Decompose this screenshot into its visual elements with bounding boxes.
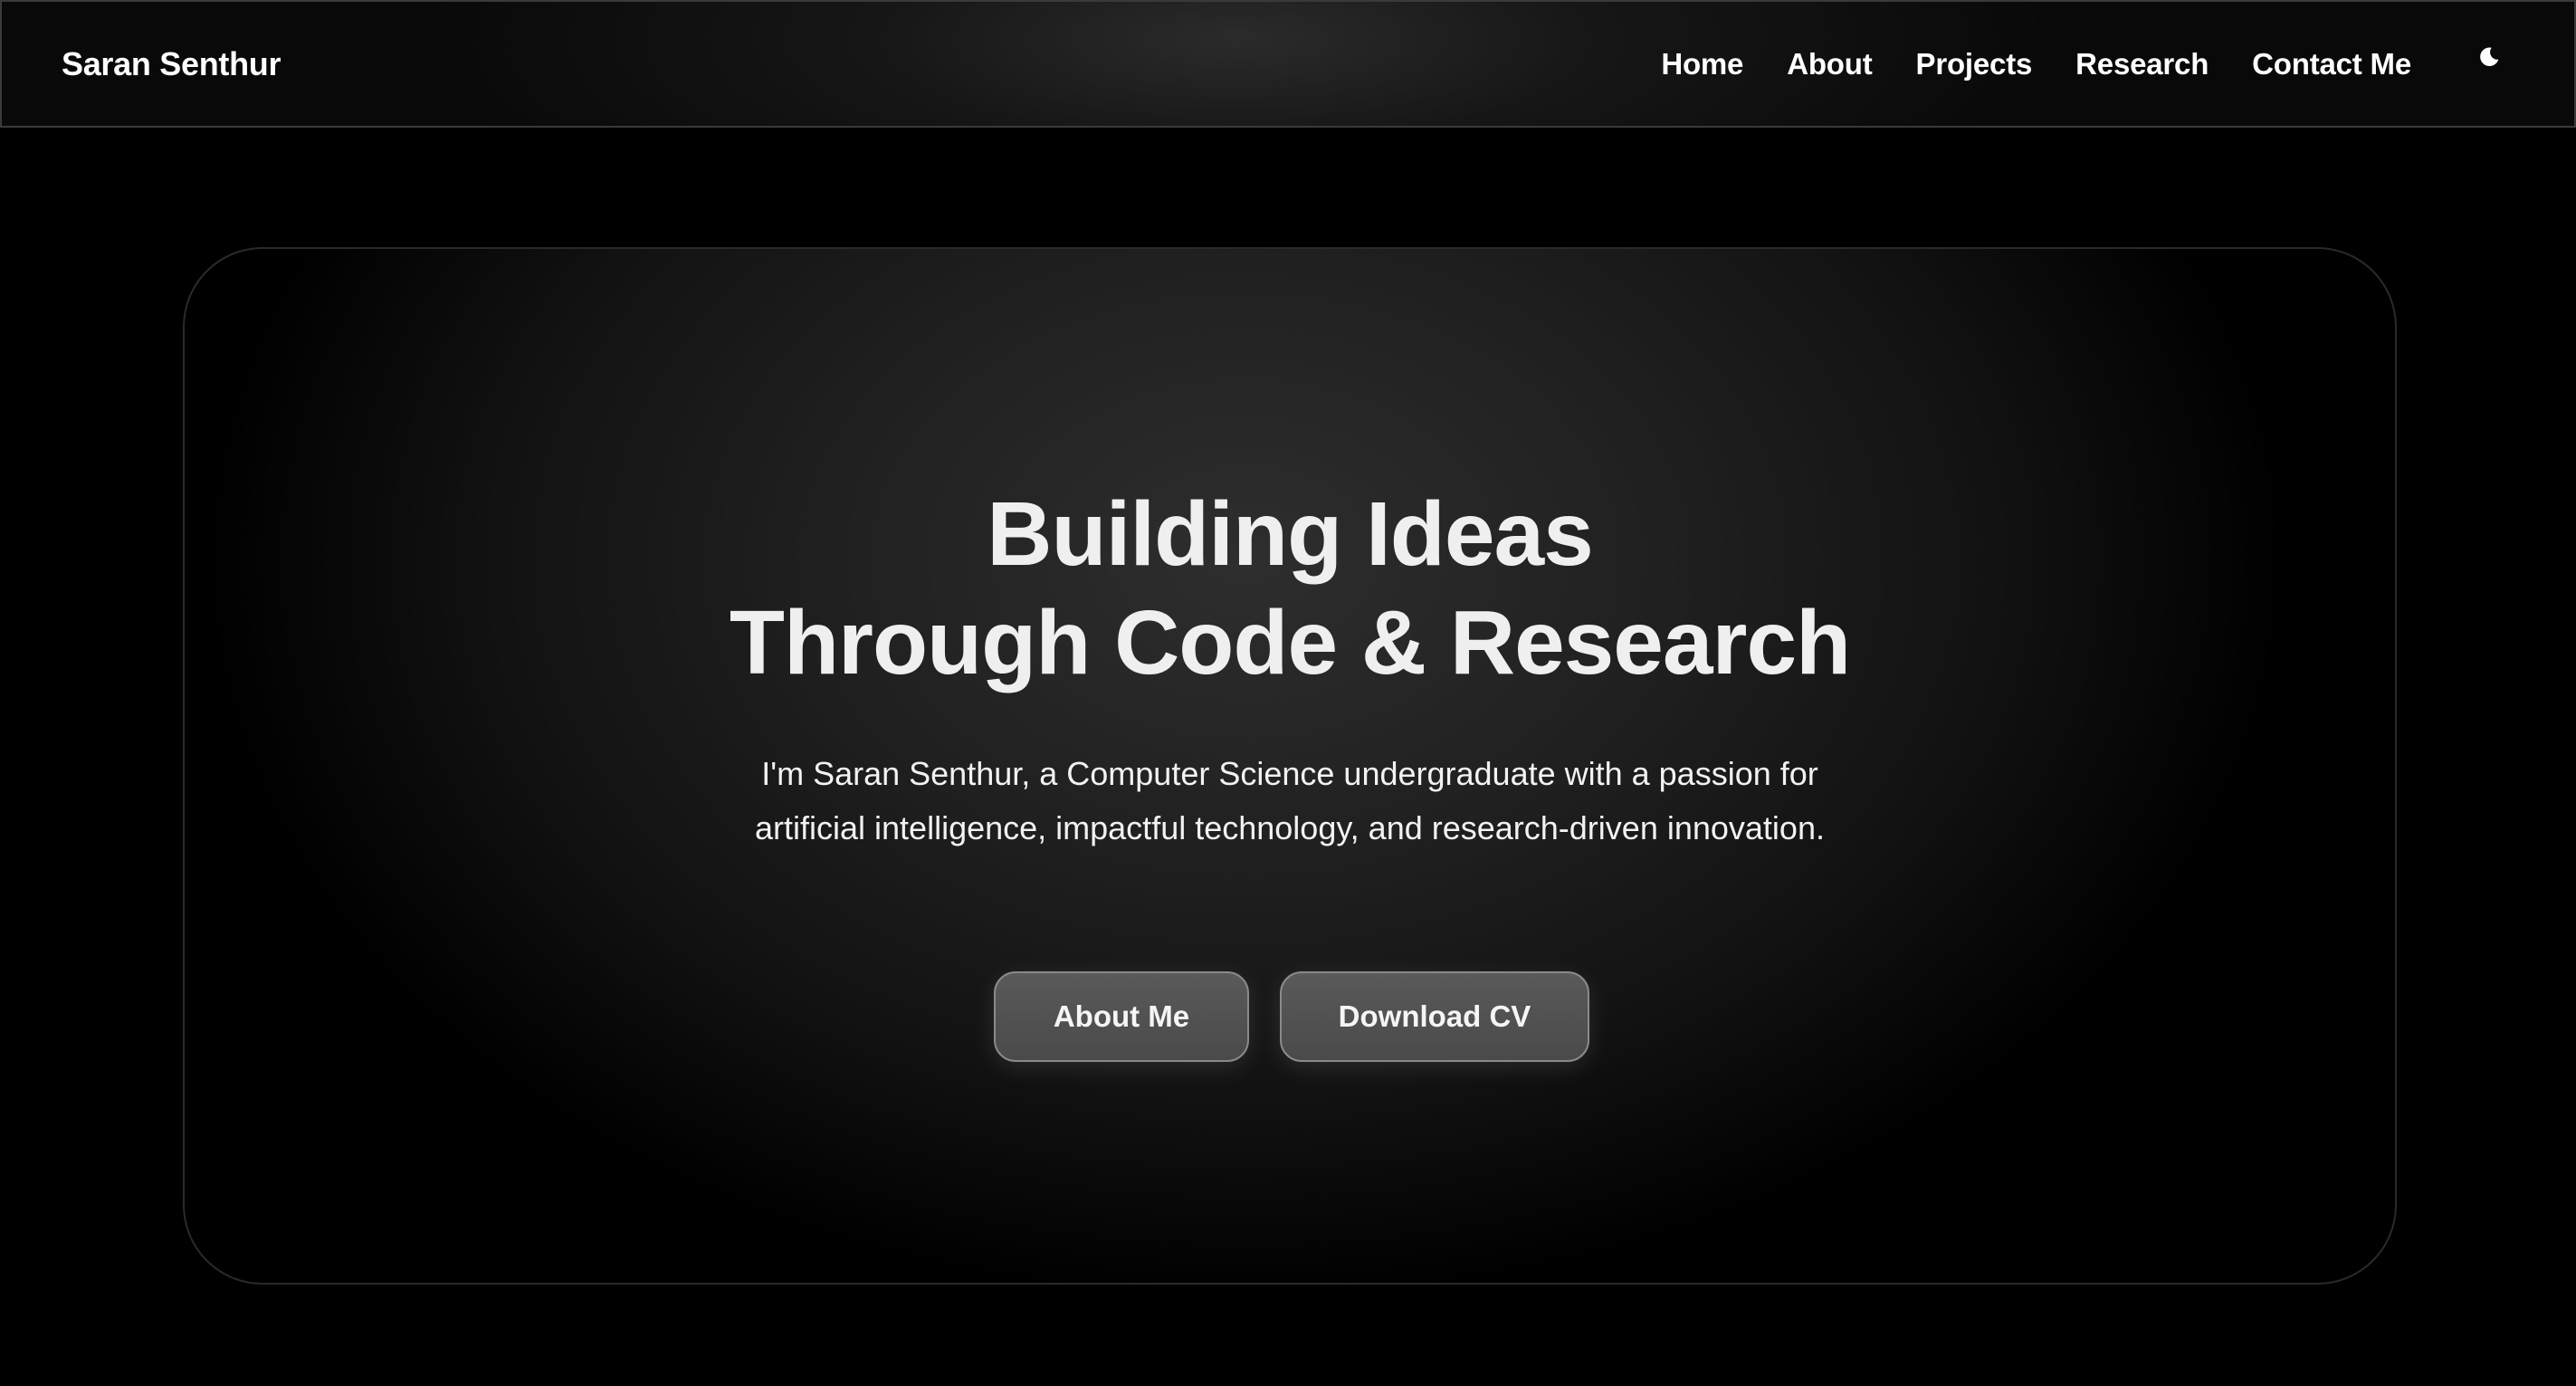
theme-toggle-button[interactable] — [2471, 39, 2507, 75]
brand-name[interactable]: Saran Senthur — [62, 45, 281, 83]
about-me-button[interactable]: About Me — [994, 971, 1249, 1062]
hero-card: Building Ideas Through Code & Research I… — [183, 247, 2397, 1285]
nav-link-research[interactable]: Research — [2075, 47, 2209, 81]
hero-intro-text: I'm Saran Senthur, a Computer Science un… — [755, 755, 1825, 846]
hero-content: Building Ideas Through Code & Research I… — [185, 249, 2395, 1283]
headline-line-2: Through Code & Research — [729, 592, 1851, 693]
hero-buttons: About Me Download CV — [185, 971, 2395, 1062]
headline-line-1: Building Ideas — [987, 483, 1593, 585]
page: Saran Senthur Home About Projects Resear… — [0, 0, 2576, 1386]
moon-icon — [2480, 46, 2499, 66]
nav-link-home[interactable]: Home — [1661, 47, 1743, 81]
download-cv-button[interactable]: Download CV — [1280, 971, 1589, 1062]
nav-link-about[interactable]: About — [1787, 47, 1872, 81]
hero-headline: Building Ideas Through Code & Research — [185, 480, 2395, 697]
nav-link-contact[interactable]: Contact Me — [2252, 47, 2411, 81]
nav-links: Home About Projects Research Contact Me — [1661, 2, 2514, 126]
nav-link-projects[interactable]: Projects — [1916, 47, 2033, 81]
navbar: Saran Senthur Home About Projects Resear… — [0, 0, 2576, 128]
